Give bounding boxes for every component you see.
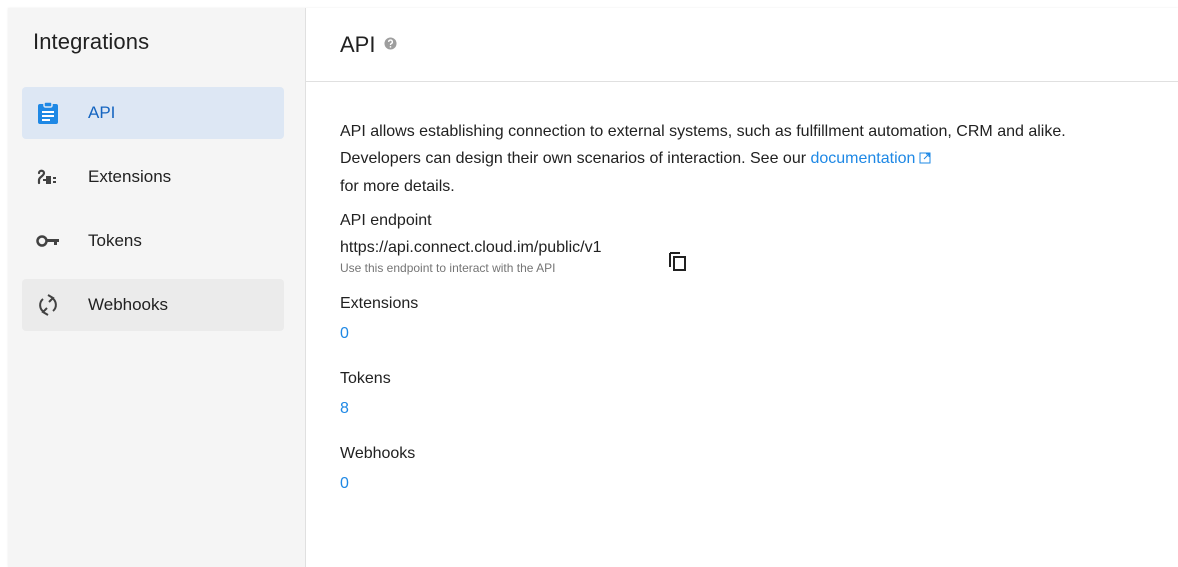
key-icon [36, 229, 60, 253]
api-content: API allows establishing connection to ex… [340, 118, 1110, 493]
sidebar-item-tokens[interactable]: Tokens [22, 215, 284, 267]
clipboard-icon [36, 101, 60, 125]
webhooks-count-label: Webhooks [340, 445, 416, 462]
sidebar-title: Integrations [33, 29, 150, 54]
sidebar-nav: API Extensions Tokens Webhooks [22, 87, 284, 343]
sidebar-item-label: Tokens [88, 231, 142, 250]
extensions-count-section: Extensions 0 [340, 295, 1110, 343]
webhooks-count-value[interactable]: 0 [340, 475, 349, 493]
sidebar-item-api[interactable]: API [22, 87, 284, 139]
integrations-app: Integrations API Extensions Tokens Webho… [8, 8, 1178, 567]
endpoint-hint: Use this endpoint to interact with the A… [340, 261, 556, 275]
api-description: API allows establishing connection to ex… [340, 118, 1110, 200]
endpoint-url: https://api.connect.cloud.im/public/v1 [340, 239, 602, 256]
tokens-count-label: Tokens [340, 370, 391, 387]
endpoint-section: API endpoint https://api.connect.cloud.i… [340, 212, 1110, 275]
description-text-end: for more details. [340, 178, 455, 195]
description-text: API allows establishing connection to ex… [340, 123, 1066, 167]
sidebar-item-webhooks[interactable]: Webhooks [22, 279, 284, 331]
sync-icon [36, 293, 60, 317]
endpoint-label: API endpoint [340, 212, 432, 229]
documentation-link[interactable]: documentation [810, 150, 931, 167]
plug-icon [36, 165, 60, 189]
documentation-link-label: documentation [810, 150, 916, 167]
tokens-count-value[interactable]: 8 [340, 400, 349, 418]
copy-icon[interactable] [668, 250, 692, 274]
sidebar-item-label: API [88, 103, 116, 122]
webhooks-count-section: Webhooks 0 [340, 445, 1110, 493]
page-header: API [306, 8, 1178, 82]
sidebar-item-label: Extensions [88, 167, 172, 186]
sidebar-item-extensions[interactable]: Extensions [22, 151, 284, 203]
external-link-icon [919, 146, 931, 173]
endpoint-block: https://api.connect.cloud.im/public/v1 U… [340, 239, 1110, 275]
tokens-count-section: Tokens 8 [340, 370, 1110, 418]
sidebar-item-label: Webhooks [88, 295, 169, 314]
extensions-count-label: Extensions [340, 295, 419, 312]
extensions-count-value[interactable]: 0 [340, 325, 349, 343]
main-panel: API API allows establishing connection t… [306, 8, 1178, 567]
help-circle-icon[interactable] [384, 37, 398, 55]
sidebar: Integrations API Extensions Tokens Webho… [8, 8, 306, 567]
page-title: API [340, 31, 376, 57]
